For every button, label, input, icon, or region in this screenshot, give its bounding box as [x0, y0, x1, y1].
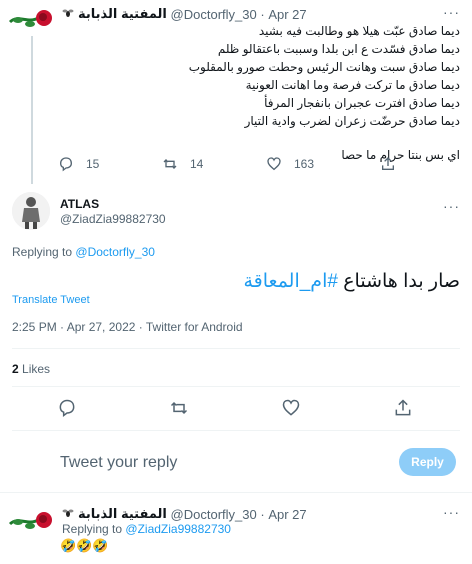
tweet-line: ديما صادق سبت وهانت الرئيس وحطت صورو بال…: [188, 60, 460, 74]
reply-input[interactable]: Tweet your reply: [60, 454, 177, 472]
replying-handle-link[interactable]: @ZiadZia99882730: [125, 522, 231, 536]
handle[interactable]: @Doctorfly_30: [171, 507, 257, 522]
more-icon[interactable]: ···: [443, 4, 460, 20]
retweet-icon[interactable]: [169, 398, 189, 418]
reply-composer: Tweet your reply Reply: [12, 440, 460, 484]
display-name[interactable]: ATLAS: [60, 197, 99, 211]
divider: [0, 492, 472, 493]
rose-icon: [8, 512, 52, 529]
handle[interactable]: @Doctorfly_30: [171, 7, 257, 22]
divider: [12, 348, 460, 349]
likes-count: 2: [12, 362, 19, 376]
handle[interactable]: @ZiadZia99882730: [60, 212, 166, 226]
fly-icon: [62, 7, 74, 22]
display-name[interactable]: المفتية الذبابة: [78, 6, 167, 22]
reply-icon[interactable]: [57, 398, 77, 418]
tweet-line: ديما صادق ما تركت فرصة وما اهانت العونية: [245, 78, 460, 92]
avatar-rose[interactable]: [8, 4, 54, 32]
tweet-line: ديما صادق افترت عجبران بانفجار المرفأ: [264, 96, 460, 110]
reply-count: 15: [86, 157, 100, 171]
divider: [12, 386, 460, 387]
replying-handle-link[interactable]: @Doctorfly_30: [75, 245, 155, 259]
tweet-body: ديما صادق عبّت هيلا هو وطالبت فيه بشيد د…: [60, 22, 460, 164]
reply-action[interactable]: 15: [58, 156, 99, 172]
separator: ·: [260, 6, 265, 22]
tweet-text: صار بدا هاشتاع #ام_المعاقة: [243, 270, 460, 293]
separator: ·: [260, 506, 265, 522]
tweet-header: المفتية الذبابة @Doctorfly_30 · Apr 27: [62, 6, 307, 22]
tweet-actions: [0, 398, 472, 420]
avatar[interactable]: [12, 192, 50, 230]
like-icon[interactable]: [281, 398, 301, 418]
replying-label: Replying to: [62, 522, 123, 536]
armor-figure-icon: [12, 192, 50, 230]
reply-button[interactable]: Reply: [399, 448, 456, 476]
tweet-text-body: صار بدا هاشتاع: [343, 271, 460, 292]
tweet-actions: 15 14 163: [58, 156, 438, 176]
fly-icon: [62, 507, 74, 522]
thread-line: [31, 36, 33, 184]
avatar-rose[interactable]: [8, 506, 54, 534]
translate-link[interactable]: Translate Tweet: [12, 294, 90, 306]
share-icon[interactable]: [393, 398, 413, 418]
like-action[interactable]: 163: [266, 156, 314, 172]
likes-label: Likes: [22, 362, 51, 376]
replying-to: Replying to @ZiadZia99882730: [62, 522, 231, 536]
tweet-header: المفتية الذبابة @Doctorfly_30 · Apr 27: [62, 506, 307, 522]
tweet-line: ديما صادق عبّت هيلا هو وطالبت فيه بشيد: [258, 24, 460, 38]
replying-to: Replying to @Doctorfly_30: [12, 245, 155, 259]
retweet-icon: [163, 159, 177, 169]
share-icon: [382, 157, 394, 170]
tweet-date[interactable]: Apr 27: [268, 7, 306, 22]
retweet-action[interactable]: 14: [162, 156, 203, 172]
retweet-count: 14: [190, 157, 204, 171]
like-count: 163: [294, 157, 315, 171]
reply-icon: [59, 157, 73, 172]
parent-tweet[interactable]: المفتية الذبابة @Doctorfly_30 · Apr 27 ·…: [0, 0, 472, 184]
tweet-date[interactable]: Apr 27: [268, 507, 306, 522]
divider: [12, 430, 460, 431]
more-icon[interactable]: ···: [443, 198, 460, 214]
tweet-meta[interactable]: 2:25 PM · Apr 27, 2022 · Twitter for And…: [12, 320, 243, 334]
likes-summary[interactable]: 2 Likes: [12, 362, 50, 376]
tweet-line: ديما صادق حرضّت زعران لضرب وادية التيار: [244, 114, 460, 128]
more-icon[interactable]: ···: [443, 504, 460, 520]
replying-label: Replying to: [12, 245, 73, 259]
rose-icon: [8, 10, 52, 27]
like-icon: [267, 157, 281, 171]
tweet-line: ديما صادق فسّدت ع ابن بلدا وسببت باعتقال…: [217, 42, 460, 56]
display-name[interactable]: المفتية الذبابة: [78, 506, 167, 522]
hashtag-link[interactable]: #ام_المعاقة: [243, 271, 337, 292]
tweet-text: 🤣🤣🤣: [60, 538, 109, 553]
share-action[interactable]: [380, 156, 396, 172]
